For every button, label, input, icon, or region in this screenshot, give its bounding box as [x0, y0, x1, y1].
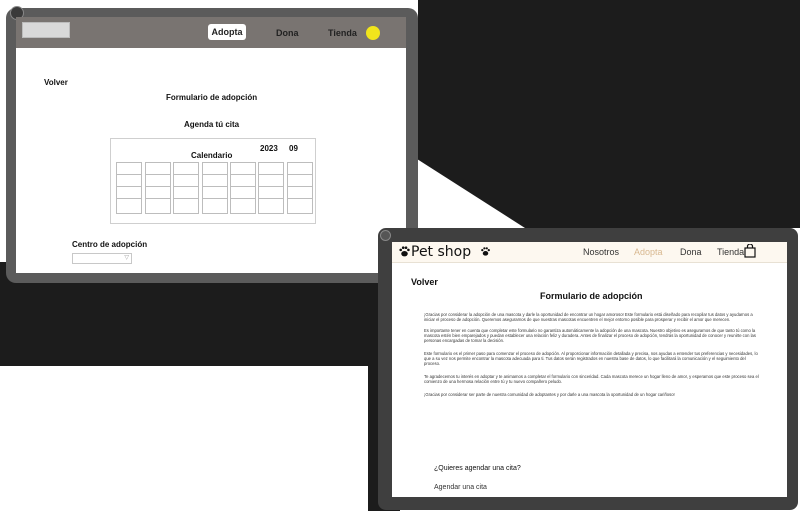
calendar-day[interactable]	[117, 187, 141, 199]
new-nav-tienda[interactable]: Tienda	[717, 247, 744, 257]
calendar-column	[173, 162, 199, 214]
new-nav-adopta[interactable]: Adopta	[634, 247, 663, 257]
calendar-day[interactable]	[117, 199, 141, 210]
calendar-day[interactable]	[288, 175, 312, 187]
calendar-day[interactable]	[288, 163, 312, 175]
calendar-day[interactable]	[146, 187, 170, 199]
calendar-column	[145, 162, 171, 214]
intro-paragraph: Te agradecemos tu interés en adoptar y t…	[424, 374, 759, 385]
calendar-day[interactable]	[174, 163, 198, 175]
calendar-day[interactable]	[231, 199, 255, 210]
appointment-question: ¿Quieres agendar una cita?	[434, 465, 521, 472]
calendar-day[interactable]	[117, 163, 141, 175]
schedule-appointment-link[interactable]: Agendar una cita	[434, 484, 487, 491]
old-back-link[interactable]: Volver	[44, 78, 68, 87]
old-nav-tienda[interactable]: Tienda	[328, 28, 357, 38]
new-form-title: Formulario de adopción	[540, 291, 643, 301]
calendar-title: Calendario	[191, 151, 233, 160]
calendar-day[interactable]	[146, 199, 170, 210]
old-center-label: Centro de adopción	[72, 240, 148, 249]
calendar-day[interactable]	[174, 187, 198, 199]
old-nav-adopta[interactable]: Adopta	[208, 24, 246, 40]
calendar-day[interactable]	[288, 199, 312, 210]
intro-paragraph: ¡Gracias por considerar la adopción de u…	[424, 312, 753, 323]
calendar-day[interactable]	[174, 175, 198, 187]
calendar-day[interactable]	[117, 175, 141, 187]
chevron-down-icon: ▽	[124, 255, 129, 261]
calendar-column	[287, 162, 313, 214]
paw-icon	[399, 246, 410, 257]
old-nav-dona[interactable]: Dona	[276, 28, 299, 38]
background-cutout	[0, 366, 368, 511]
intro-paragraph: Es importante tener en cuenta que comple…	[424, 328, 756, 344]
paw-icon	[481, 247, 490, 256]
new-back-link[interactable]: Volver	[411, 277, 438, 287]
calendar-column	[202, 162, 228, 214]
calendar-year[interactable]: 2023	[260, 144, 278, 153]
calendar-column	[230, 162, 256, 214]
background-shape-top	[418, 0, 800, 228]
logo-text: Pet shop	[411, 244, 472, 260]
new-nav-nosotros[interactable]: Nosotros	[583, 247, 619, 257]
calendar-day[interactable]	[146, 175, 170, 187]
calendar-day[interactable]	[231, 187, 255, 199]
old-subtitle: Agenda tú cita	[184, 120, 240, 129]
calendar-day[interactable]	[203, 199, 227, 210]
shopping-bag-icon[interactable]	[744, 244, 756, 258]
calendar-day[interactable]	[203, 187, 227, 199]
intro-paragraph: Este formulario es el primer paso para c…	[424, 351, 758, 367]
old-logo-placeholder[interactable]	[22, 22, 70, 38]
calendar-day[interactable]	[146, 163, 170, 175]
new-tablet-screen	[392, 242, 787, 497]
calendar-day[interactable]	[231, 163, 255, 175]
intro-paragraph: ¡Gracias por considerar ser parte de nue…	[424, 392, 675, 397]
calendar-day[interactable]	[259, 187, 283, 199]
calendar-day[interactable]	[259, 199, 283, 210]
calendar-day[interactable]	[174, 199, 198, 210]
calendar-day[interactable]	[231, 175, 255, 187]
old-form-title: Formulario de adopción	[166, 93, 258, 102]
new-tablet-camera	[380, 230, 391, 241]
old-center-select[interactable]: ▽	[72, 253, 132, 264]
calendar-day[interactable]	[203, 175, 227, 187]
calendar-day[interactable]	[203, 163, 227, 175]
calendar-day[interactable]	[288, 187, 312, 199]
calendar-month[interactable]: 09	[289, 144, 298, 153]
calendar-column	[116, 162, 142, 214]
calendar-column	[258, 162, 284, 214]
old-user-avatar-icon[interactable]	[366, 26, 380, 40]
calendar-day[interactable]	[259, 175, 283, 187]
new-nav-dona[interactable]: Dona	[680, 247, 702, 257]
calendar-day[interactable]	[259, 163, 283, 175]
